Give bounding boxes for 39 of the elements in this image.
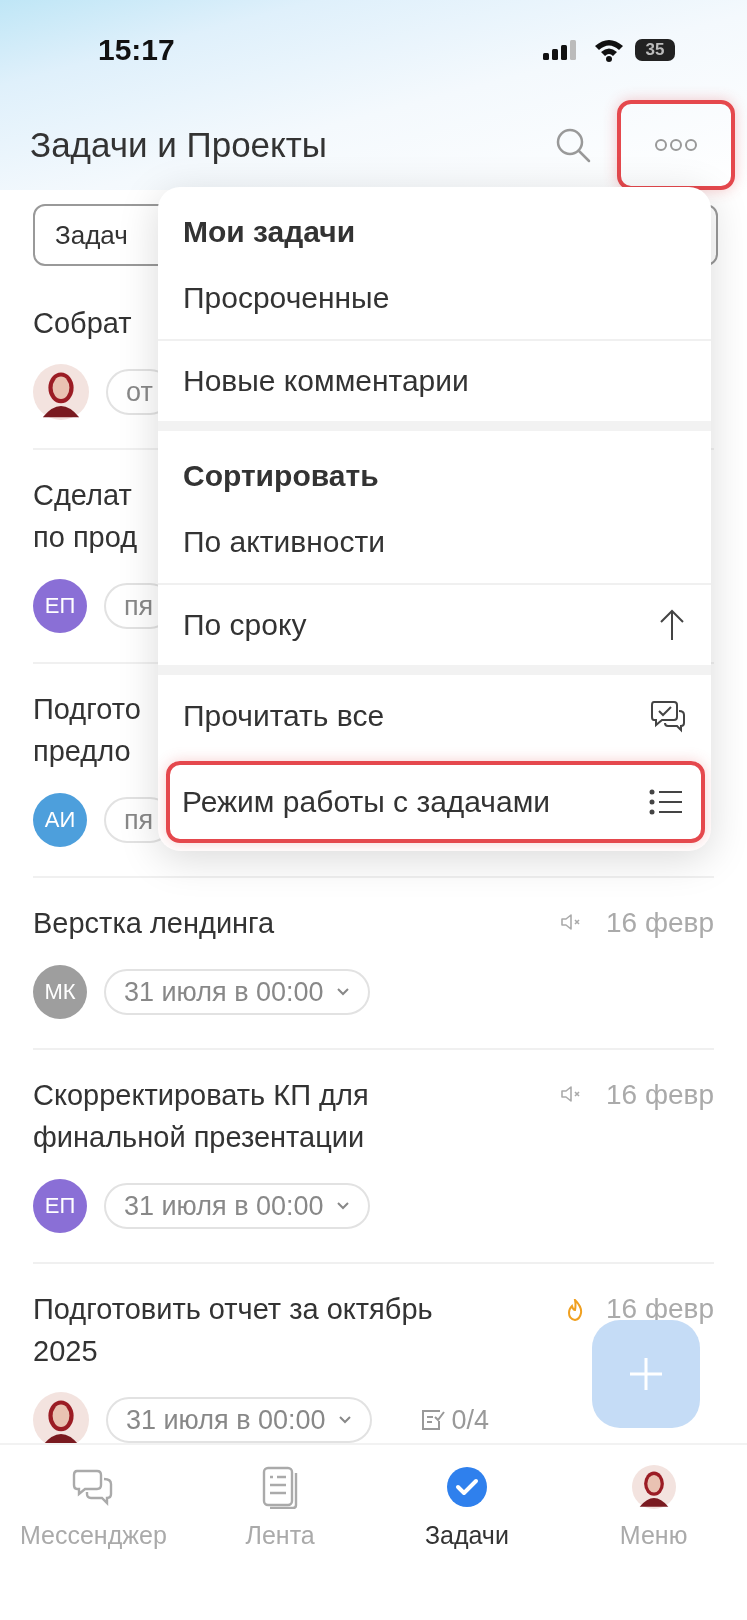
avatar-initials: ЕП	[33, 579, 87, 633]
battery-icon: 35	[635, 39, 675, 61]
task-title[interactable]: Подготовить отчет за октябрь 2025	[33, 1288, 554, 1372]
menu-heading: Сортировать	[182, 458, 380, 494]
checklist-icon	[419, 1408, 446, 1432]
list-icon	[649, 788, 683, 816]
arrow-up-icon	[658, 608, 686, 642]
task-date: 16 февр	[606, 1292, 714, 1326]
deadline-chip[interactable]: 31 июля в 00:00	[106, 1397, 372, 1443]
wifi-icon	[593, 38, 625, 62]
task-date: 16 февр	[606, 906, 714, 940]
menu-item[interactable]: По сроку	[158, 583, 711, 665]
check-circle-icon	[444, 1465, 489, 1509]
avatar-icon	[33, 364, 89, 420]
page-title: Задачи и Проекты	[30, 125, 328, 165]
menu-item[interactable]: По активности	[158, 501, 711, 583]
avatar-icon	[631, 1465, 676, 1509]
deadline-chip[interactable]: 31 июля в 00:00	[104, 1183, 370, 1229]
chevron-down-icon	[337, 1415, 352, 1425]
plus-icon	[628, 1356, 664, 1392]
avatar-initials: АИ	[33, 793, 87, 847]
chevron-down-icon	[335, 987, 350, 997]
task-date: 16 февр	[606, 1078, 714, 1112]
menu-item[interactable]: Просроченные	[158, 257, 711, 339]
chat-check-icon	[650, 699, 686, 733]
deadline-chip[interactable]: 31 июля в 00:00	[104, 969, 370, 1015]
tab-item[interactable]: Задачи	[373, 1445, 561, 1551]
menu-item[interactable]: Новые комментарии	[158, 339, 711, 421]
avatar-initials: МК	[33, 965, 87, 1019]
menu-item[interactable]: Прочитать все	[158, 675, 711, 757]
task-title[interactable]: Верстка лендинга	[33, 902, 548, 944]
status-time: 15:17	[98, 33, 175, 67]
avatar-initials: ЕП	[33, 1179, 87, 1233]
chevron-down-icon	[335, 1201, 350, 1211]
more-icon	[654, 138, 698, 152]
task-title[interactable]: Скорректировать КП для финальной презентации	[33, 1074, 548, 1158]
menu-heading: Мои задачи	[182, 214, 357, 250]
checklist-count: 0/4	[451, 1404, 490, 1436]
menu-item[interactable]: Режим работы с задачами	[166, 761, 705, 843]
